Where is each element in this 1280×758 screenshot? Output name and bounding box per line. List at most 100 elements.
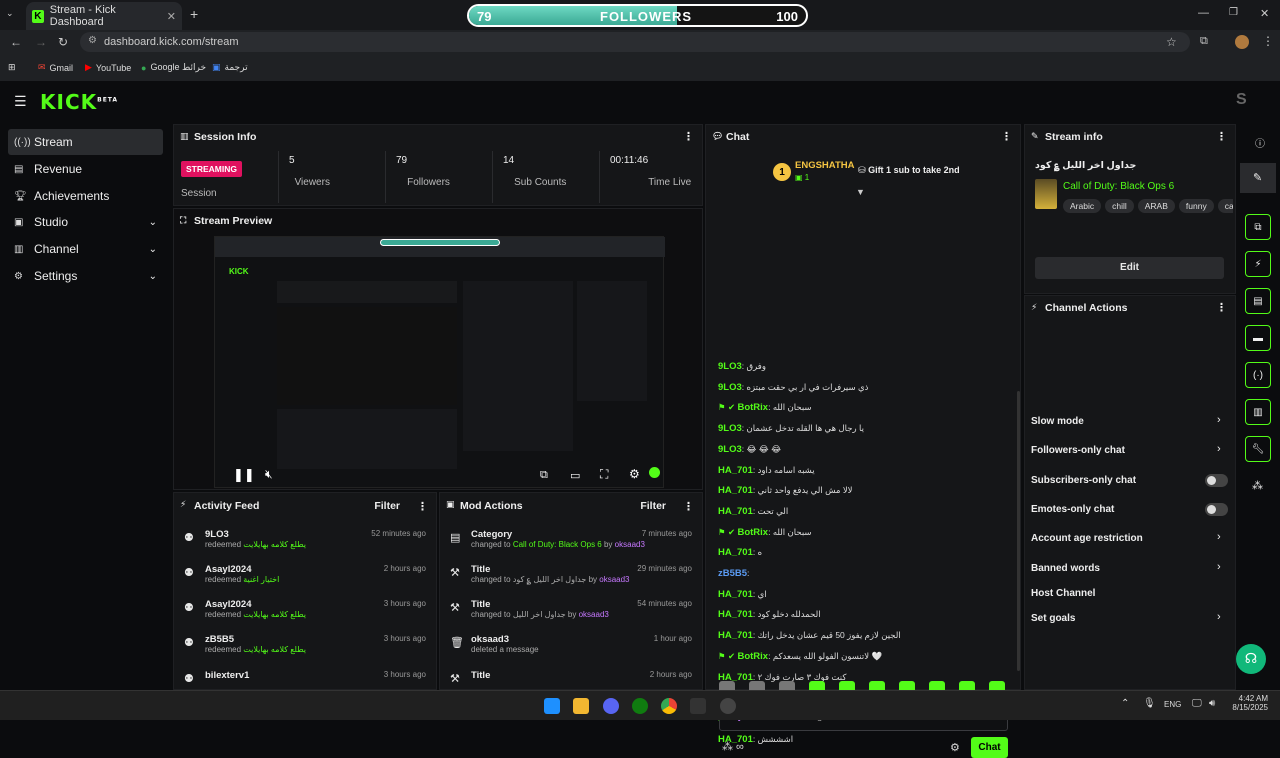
clock[interactable]: 4:42 AM 8/15/2025 — [1230, 694, 1268, 712]
reload-icon[interactable]: ↻ — [58, 35, 68, 49]
tag[interactable]: ca — [1217, 199, 1233, 213]
chat-bubble-icon[interactable]: ▬ — [1245, 325, 1271, 351]
theater-icon[interactable]: ▭ — [570, 469, 580, 482]
sidebar-item-achievements[interactable]: 🏆︎ Achievements — [8, 183, 163, 209]
kebab-menu-icon[interactable]: ⋮ — [1216, 130, 1227, 143]
sidebar-item-revenue[interactable]: ▤ Revenue — [8, 156, 163, 182]
subscribers-only-toggle[interactable] — [1205, 474, 1228, 487]
browser-menu-icon[interactable]: ⋮ — [1262, 34, 1274, 48]
tab-list-chevron-icon[interactable]: ⌄ — [6, 8, 14, 19]
chat-scrollbar[interactable] — [1017, 391, 1020, 671]
bookmark-maps[interactable]: ● Google خرائط — [141, 62, 206, 73]
tag[interactable]: funny — [1178, 199, 1214, 213]
apps-grid-icon[interactable]: ⊞ — [8, 62, 16, 73]
chat-username[interactable]: 9LO3 — [718, 444, 742, 455]
edit-stream-info-button[interactable]: Edit — [1035, 257, 1224, 279]
restore-icon[interactable]: ❐ — [1229, 7, 1238, 18]
chat-username[interactable]: HA_701 — [718, 630, 753, 641]
address-bar[interactable]: ⚙ dashboard.kick.com/stream — [80, 32, 1190, 52]
kebab-menu-icon[interactable]: ⋮ — [417, 500, 428, 513]
broadcast-icon[interactable]: (·) — [1245, 362, 1271, 388]
mic-tray-icon[interactable]: 🎙︎ — [1143, 698, 1156, 709]
fullscreen-icon[interactable]: ⛶ — [600, 467, 608, 482]
kick-logo[interactable]: KICKBETA — [40, 90, 118, 114]
discord-icon[interactable] — [603, 698, 619, 714]
edit-icon[interactable]: ✎ — [1253, 171, 1262, 184]
slow-mode-option[interactable]: Slow mode — [1031, 416, 1084, 427]
bookmark-star-icon[interactable]: ☆ — [1166, 35, 1177, 49]
chat-username[interactable]: HA_701 — [718, 547, 753, 558]
chat-username[interactable]: 9LO3 — [718, 361, 742, 372]
host-channel-option[interactable]: Host Channel — [1031, 588, 1095, 599]
chat-username[interactable]: BotRix — [737, 402, 768, 413]
lightning-icon[interactable]: ⚡︎ — [1245, 251, 1271, 277]
points-icon[interactable]: ⁂ ∞ — [722, 740, 744, 753]
language-indicator[interactable]: ENG — [1164, 700, 1181, 709]
tray-chevron-icon[interactable]: ⌃ — [1121, 698, 1129, 709]
set-goals-option[interactable]: Set goals — [1031, 613, 1075, 624]
wrench-icon[interactable]: 🔧︎ — [1245, 436, 1271, 462]
sidebar-item-studio[interactable]: ▣ Studio ⌄ — [8, 209, 163, 235]
followers-only-option[interactable]: Followers-only chat — [1031, 445, 1125, 456]
activity-filter-button[interactable]: Filter — [374, 500, 400, 512]
bookmark-translate[interactable]: ▣ ترجمة — [212, 62, 248, 73]
chat-username[interactable]: 9LO3 — [718, 382, 742, 393]
close-window-icon[interactable]: ✕ — [1260, 7, 1269, 20]
banned-words-option[interactable]: Banned words — [1031, 563, 1100, 574]
site-info-icon[interactable]: ⚙ — [88, 35, 97, 46]
obs-icon[interactable] — [720, 698, 736, 714]
chat-username[interactable]: zB5B5 — [718, 568, 747, 579]
chevron-right-icon[interactable]: › — [1217, 414, 1221, 426]
tag[interactable]: Arabic — [1063, 199, 1102, 213]
hamburger-menu-icon[interactable]: ☰ — [14, 93, 27, 110]
profile-avatar[interactable] — [1235, 35, 1249, 49]
file-explorer-icon[interactable] — [573, 698, 589, 714]
tag[interactable]: ARAB — [1137, 199, 1175, 213]
chevron-right-icon[interactable]: › — [1217, 561, 1221, 573]
extensions-icon[interactable]: ⧉ — [1200, 35, 1208, 48]
news-icon[interactable] — [690, 698, 706, 714]
chat-username[interactable]: 9LO3 — [718, 423, 742, 434]
mute-icon[interactable]: 🔇︎ — [265, 467, 273, 482]
preview-video[interactable]: KICK ❚❚ 🔇︎ ⧉ ▭ ⛶ ⚙ — [214, 236, 665, 488]
chat-settings-gear-icon[interactable]: ⚙ — [950, 741, 960, 754]
send-chat-button[interactable]: Chat — [971, 737, 1008, 758]
gift-sub-prompt[interactable]: ⛁ Gift 1 sub to take 2nd — [858, 165, 960, 176]
chevron-right-icon[interactable]: › — [1217, 611, 1221, 623]
category-link[interactable]: Call of Duty: Black Ops 6 — [1063, 181, 1174, 192]
browser-tab[interactable]: K Stream - Kick Dashboard ✕ — [26, 2, 182, 30]
mod-filter-button[interactable]: Filter — [640, 500, 666, 512]
sidebar-item-channel[interactable]: ▥ Channel ⌄ — [8, 236, 163, 262]
tab-close-icon[interactable]: ✕ — [167, 10, 176, 23]
account-age-option[interactable]: Account age restriction — [1031, 533, 1143, 544]
chat-username[interactable]: BotRix — [737, 527, 768, 538]
kebab-menu-icon[interactable]: ⋮ — [683, 500, 694, 513]
pause-icon[interactable]: ❚❚ — [233, 467, 255, 483]
info-icon[interactable]: ⓘ — [1255, 135, 1265, 150]
chat-username[interactable]: HA_701 — [718, 609, 753, 620]
start-icon[interactable] — [544, 698, 560, 714]
clip-icon[interactable]: ⧉ — [1245, 214, 1271, 240]
chevron-right-icon[interactable]: › — [1217, 531, 1221, 543]
chrome-icon[interactable] — [661, 698, 677, 714]
collapse-icon[interactable]: ▼ — [856, 187, 865, 197]
new-tab-icon[interactable]: + — [190, 6, 198, 22]
chat-username[interactable]: HA_701 — [718, 485, 753, 496]
points-icon[interactable]: ⁂ — [1252, 479, 1263, 492]
chat-username[interactable]: HA_701 — [718, 589, 753, 600]
chat-username[interactable]: BotRix — [737, 651, 768, 662]
settings-gear-icon[interactable]: ⚙ — [629, 467, 640, 481]
tag[interactable]: chill — [1105, 199, 1134, 213]
chevron-right-icon[interactable]: › — [1217, 443, 1221, 455]
kebab-menu-icon[interactable]: ⋮ — [683, 130, 694, 143]
kebab-menu-icon[interactable]: ⋮ — [1216, 301, 1227, 314]
support-headset-icon[interactable]: ☊ — [1236, 644, 1266, 674]
sidebar-item-settings[interactable]: ⚙ Settings ⌄ — [8, 263, 163, 289]
bookmark-youtube[interactable]: ▶ YouTube — [85, 62, 131, 73]
layout-icon[interactable]: ▥ — [1245, 399, 1271, 425]
forward-icon[interactable]: → — [35, 35, 47, 49]
back-icon[interactable]: ← — [10, 35, 22, 49]
document-icon[interactable]: ▤ — [1245, 288, 1271, 314]
sidebar-item-stream[interactable]: ((·)) Stream — [8, 129, 163, 155]
network-icon[interactable]: 🖵︎ — [1192, 698, 1202, 709]
